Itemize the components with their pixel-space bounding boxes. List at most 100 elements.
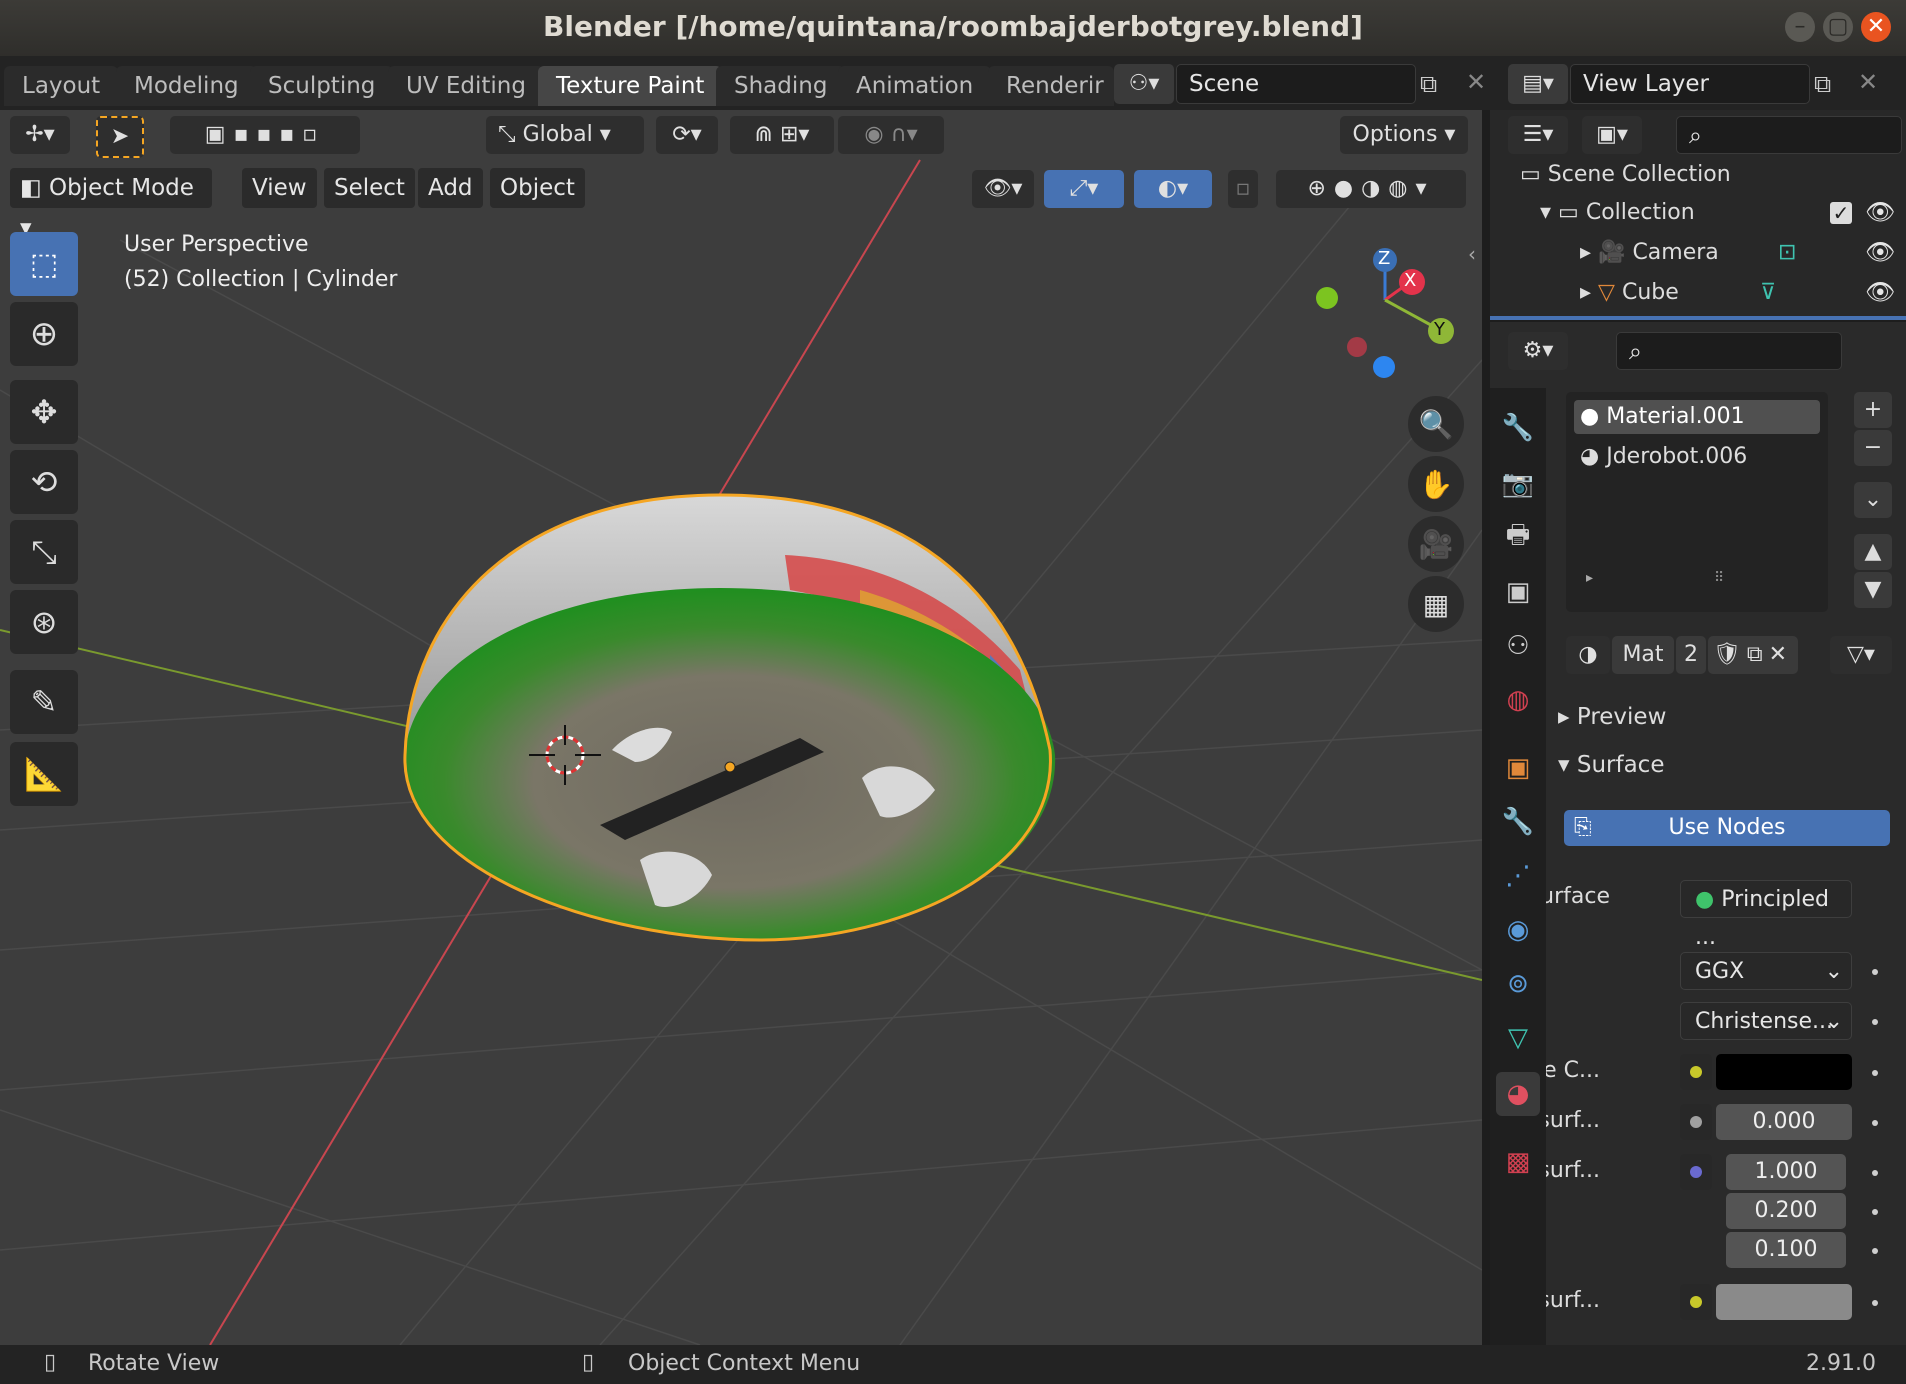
distribution-dropdown[interactable]: GGX ⌄	[1680, 952, 1852, 990]
tab-animation[interactable]: Animation	[838, 66, 992, 106]
properties-editor-type-icon[interactable]: ⚙▾	[1508, 332, 1568, 370]
overlays-icon[interactable]: ◐▾	[1134, 170, 1212, 208]
gizmo-toggle-icon[interactable]: ⤢▾	[1044, 170, 1124, 208]
tool-tab-icon[interactable]: 🔧	[1496, 406, 1540, 450]
selection-mode-icons[interactable]: ▣▪▪▪▫	[170, 116, 360, 154]
subsurface-socket[interactable]	[1680, 1104, 1712, 1140]
tool-transform[interactable]: ⊛	[10, 590, 78, 654]
mode-dropdown[interactable]: ◧ Object Mode ▾	[10, 168, 212, 241]
select-tool-icon[interactable]: ➤	[96, 116, 144, 158]
visibility-icon[interactable]: 👁▾	[972, 170, 1034, 208]
scene-tab-icon[interactable]: ⚇	[1496, 624, 1540, 668]
delete-scene-icon[interactable]: ✕	[1466, 68, 1486, 96]
tool-scale[interactable]: ⤡	[10, 520, 78, 584]
tab-rendering[interactable]: Renderir	[988, 66, 1114, 106]
options-dropdown[interactable]: Options ▾	[1340, 116, 1468, 154]
particles-tab-icon[interactable]: ⋰	[1496, 854, 1540, 898]
maximize-button[interactable]: ▢	[1823, 12, 1853, 42]
minimize-button[interactable]: –	[1785, 12, 1815, 42]
tool-cursor[interactable]: ⊕	[10, 302, 78, 366]
tab-uv-editing[interactable]: UV Editing	[388, 66, 544, 106]
snapping-icon[interactable]: ⋒ ⊞▾	[730, 116, 834, 154]
tool-rotate[interactable]: ⟲	[10, 450, 78, 514]
transform-orientation-dropdown[interactable]: ⤡ Global ▾	[486, 116, 644, 154]
subsurface-radius-socket[interactable]	[1680, 1154, 1712, 1190]
sidebar-toggle-icon[interactable]: ‹	[1468, 242, 1476, 266]
scene-collection-row[interactable]: ▭ Scene Collection	[1520, 162, 1731, 187]
cube-eye-icon[interactable]: 👁	[1865, 278, 1895, 306]
move-slot-down-icon[interactable]: ▼	[1854, 572, 1892, 608]
pan-hand-icon[interactable]: ✋	[1408, 456, 1464, 512]
render-tab-icon[interactable]: 📷	[1496, 462, 1540, 506]
pivot-point-icon[interactable]: ⟳▾	[656, 116, 718, 154]
tab-sculpting[interactable]: Sculpting	[250, 66, 394, 106]
remove-slot-icon[interactable]: −	[1854, 430, 1892, 466]
list-expand-icon[interactable]: ▸	[1586, 570, 1593, 586]
duplicate-scene-icon[interactable]: ⧉	[1420, 70, 1437, 98]
collection-checkbox[interactable]: ✓	[1830, 202, 1852, 224]
material-slot-2[interactable]: ◕ Jderobot.006	[1580, 444, 1747, 469]
menu-view[interactable]: View	[242, 168, 317, 208]
zoom-icon[interactable]: 🔍	[1408, 396, 1464, 452]
view-layer-selector-icon[interactable]: ▤▾	[1508, 64, 1568, 104]
tab-modeling[interactable]: Modeling	[116, 66, 257, 106]
data-tab-icon[interactable]: ▽	[1496, 1016, 1540, 1060]
surface-panel-header[interactable]: ▾ Surface	[1558, 752, 1664, 778]
shading-mode-icons[interactable]: ⊕●◑◍▾	[1276, 170, 1466, 208]
subsurface-color-socket[interactable]	[1680, 1284, 1712, 1320]
outliner-editor-type-icon[interactable]: ☰▾	[1508, 116, 1568, 154]
material-browse-icon[interactable]: ◑	[1566, 636, 1610, 674]
use-nodes-button[interactable]: ⎘ Use Nodes	[1564, 810, 1890, 846]
menu-add[interactable]: Add	[418, 168, 483, 208]
xray-icon[interactable]: ▫	[1228, 170, 1258, 208]
tool-move[interactable]: ✥	[10, 380, 78, 444]
menu-object[interactable]: Object	[490, 168, 585, 208]
add-slot-icon[interactable]: +	[1854, 392, 1892, 428]
subsurface-radius-z[interactable]: 0.100	[1726, 1232, 1846, 1268]
material-name-field[interactable]: Mat	[1612, 636, 1674, 674]
menu-select[interactable]: Select	[324, 168, 415, 208]
close-button[interactable]: ✕	[1861, 12, 1891, 42]
tool-annotate[interactable]: ✎	[10, 670, 78, 734]
duplicate-view-layer-icon[interactable]: ⧉	[1814, 70, 1831, 98]
proportional-editing-icon[interactable]: ◉ ∩▾	[838, 116, 944, 154]
material-tab-icon[interactable]: ◕	[1496, 1072, 1540, 1116]
world-tab-icon[interactable]: ◍	[1496, 678, 1540, 722]
properties-search-input[interactable]: ⌕	[1616, 332, 1842, 370]
surface-shader-field[interactable]: ● Principled ...	[1680, 880, 1852, 950]
output-tab-icon[interactable]: 🖶	[1496, 516, 1540, 560]
scene-selector-icon[interactable]: ⚇▾	[1114, 64, 1174, 104]
modifier-tab-icon[interactable]: 🔧	[1496, 800, 1540, 844]
subsurface-color-swatch[interactable]	[1716, 1284, 1852, 1320]
display-mode-icon[interactable]: ▣▾	[1582, 116, 1642, 154]
constraints-tab-icon[interactable]: ⊚	[1496, 962, 1540, 1006]
tab-texture-paint[interactable]: Texture Paint	[538, 66, 723, 106]
link-mode-icon[interactable]: ▽▾	[1830, 636, 1892, 674]
material-users-count[interactable]: 2	[1676, 636, 1706, 674]
camera-eye-icon[interactable]: 👁	[1865, 238, 1895, 266]
slot-specials-icon[interactable]: ⌄	[1854, 482, 1892, 518]
move-slot-up-icon[interactable]: ▲	[1854, 534, 1892, 570]
delete-view-layer-icon[interactable]: ✕	[1858, 68, 1878, 96]
texture-tab-icon[interactable]: ▩	[1496, 1140, 1540, 1184]
view-layer-name-field[interactable]: View Layer	[1570, 64, 1810, 104]
tab-shading[interactable]: Shading	[716, 66, 846, 106]
tab-layout[interactable]: Layout	[4, 66, 119, 106]
subsurface-value-field[interactable]: 0.000	[1716, 1104, 1852, 1140]
tool-measure[interactable]: 📐	[10, 742, 78, 806]
base-color-socket[interactable]	[1680, 1054, 1712, 1090]
viewport-scene[interactable]	[0, 110, 1482, 1345]
collection-row[interactable]: ▾ ▭ Collection	[1540, 200, 1695, 225]
subsurface-radius-y[interactable]: 0.200	[1726, 1193, 1846, 1229]
subsurface-method-dropdown[interactable]: Christense... ⌄	[1680, 1002, 1852, 1040]
preview-panel-header[interactable]: ▸ Preview	[1558, 704, 1666, 730]
collection-eye-icon[interactable]: 👁	[1865, 198, 1895, 226]
perspective-grid-icon[interactable]: ▦	[1408, 576, 1464, 632]
list-resize-handle-icon[interactable]: ⠿	[1714, 570, 1724, 586]
outliner-search-input[interactable]: ⌕	[1676, 116, 1902, 154]
view-layer-tab-icon[interactable]: ▣	[1496, 570, 1540, 614]
tool-select-box[interactable]: ⬚	[10, 232, 78, 296]
object-tab-icon[interactable]: ▣	[1496, 746, 1540, 790]
base-color-swatch[interactable]	[1716, 1054, 1852, 1090]
outliner-item-cube[interactable]: ▸ ▽ Cube	[1580, 280, 1679, 305]
